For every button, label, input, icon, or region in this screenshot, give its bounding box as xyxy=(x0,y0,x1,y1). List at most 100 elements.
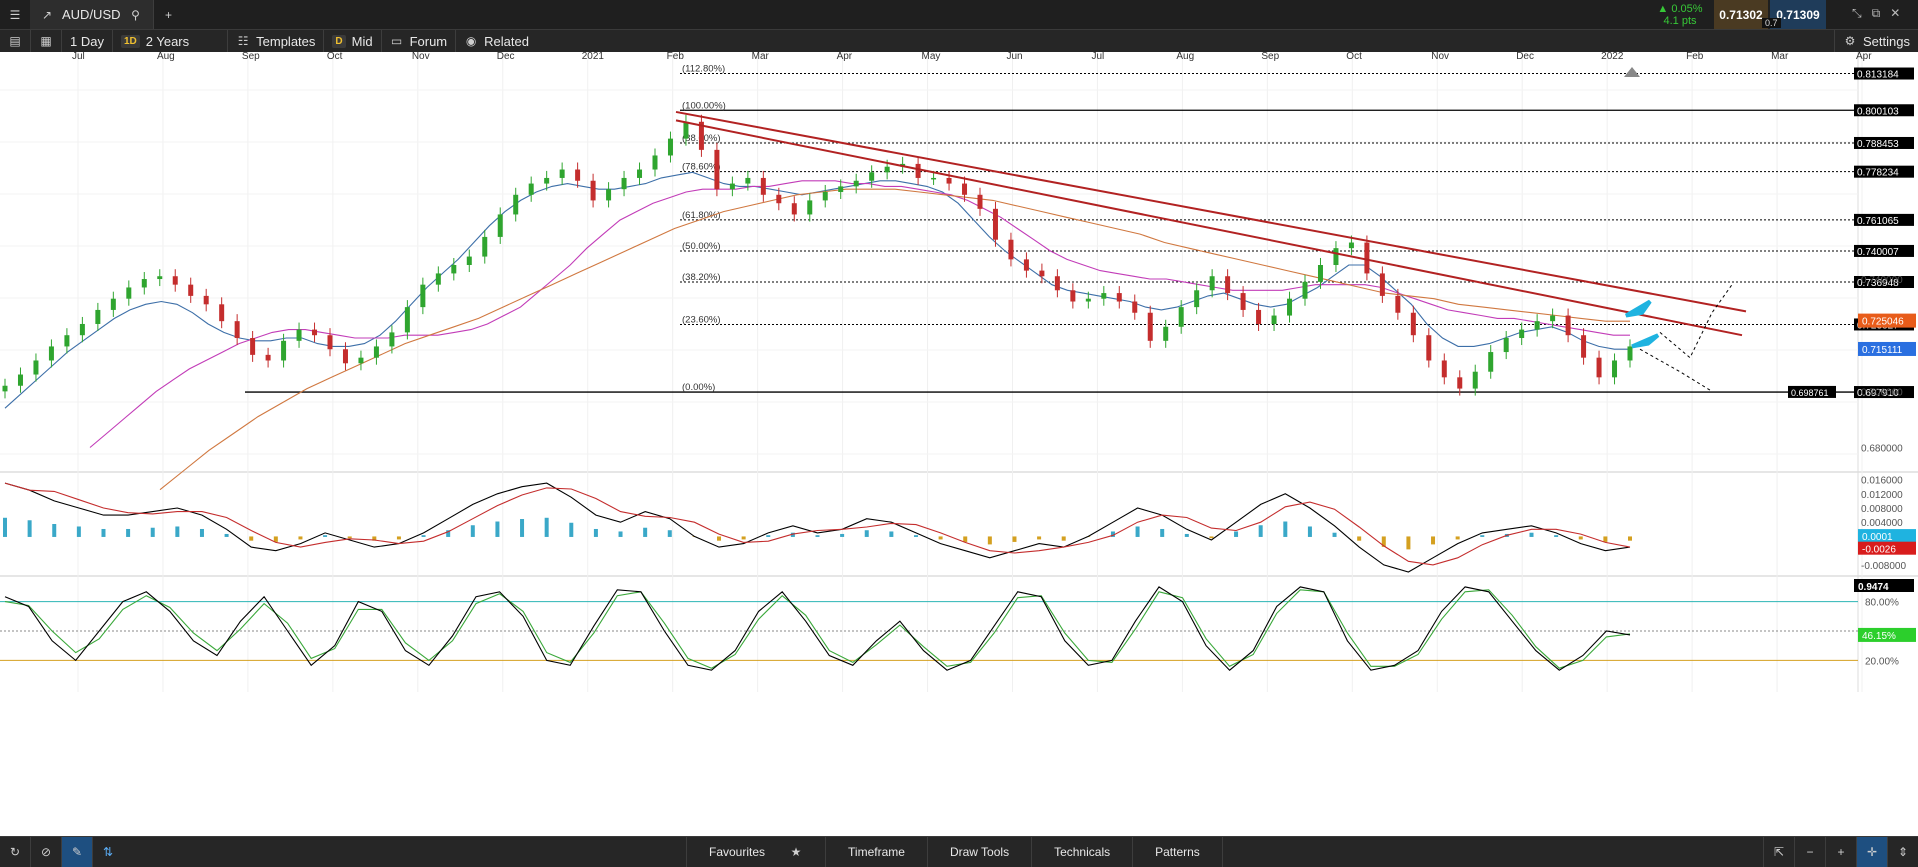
zoom-in-button[interactable]: + xyxy=(1825,837,1856,867)
menu-button[interactable]: ☰ xyxy=(0,0,30,29)
x-tick-label: Jun xyxy=(1006,52,1022,62)
popout-icon[interactable]: ⧉ xyxy=(1872,6,1881,21)
symbol-tab[interactable]: ↗ AUD/USD ⚲ xyxy=(30,0,154,29)
draw-tools-button[interactable]: Draw Tools xyxy=(926,837,1031,867)
macd-signal-line xyxy=(4,482,1631,566)
ma-mid-line xyxy=(89,180,1630,448)
candle-body xyxy=(172,276,178,285)
candle-body xyxy=(1008,239,1014,260)
candle-body xyxy=(281,340,287,361)
close-icon[interactable]: ✕ xyxy=(1890,6,1900,21)
candle-body xyxy=(157,276,163,280)
favourites-button[interactable]: Favourites ★ xyxy=(686,837,825,867)
candle-body xyxy=(250,338,256,355)
candle-body xyxy=(714,149,720,190)
candle-body xyxy=(95,309,101,324)
candle-body xyxy=(637,169,643,178)
range-select[interactable]: 1D 2 Years xyxy=(111,30,197,52)
macd-histogram-bar xyxy=(273,536,278,542)
x-tick-label: Oct xyxy=(327,52,343,62)
ma-slow-tag: 0.725046 xyxy=(1862,317,1904,328)
stochastic-panel: 80.00% 20.00% 0.9474 46.15% xyxy=(0,579,1916,671)
draw-button[interactable]: ✎ xyxy=(61,837,92,867)
macd-histogram-bar xyxy=(1307,526,1312,537)
refresh-icon: ↻ xyxy=(9,845,21,859)
candle-body xyxy=(1039,270,1045,277)
candle-body xyxy=(791,203,797,215)
macd-histogram-bar xyxy=(1431,536,1436,545)
macd-histogram-bar xyxy=(1258,525,1263,537)
macd-tag: -0.0026 xyxy=(1862,545,1896,556)
x-tick-label: 2021 xyxy=(582,52,605,62)
export-icon: ⇱ xyxy=(1773,845,1785,859)
collapse-icon[interactable]: ⤡ xyxy=(1852,6,1862,21)
crosshair-button[interactable]: ✛ xyxy=(1856,837,1887,867)
candle-body xyxy=(2,385,8,392)
patterns-button[interactable]: Patterns xyxy=(1132,837,1223,867)
minus-icon: − xyxy=(1806,845,1814,859)
technicals-button[interactable]: Technicals xyxy=(1031,837,1132,867)
x-tick-label: Aug xyxy=(157,52,175,62)
candle-body xyxy=(590,180,596,201)
candle-body xyxy=(420,284,426,308)
macd-histogram-bar xyxy=(323,535,328,537)
candle-body xyxy=(451,265,457,274)
x-tick-label: Oct xyxy=(1346,52,1362,62)
related-label: Related xyxy=(484,33,529,49)
macd-histogram-bar xyxy=(470,525,475,537)
layout-button[interactable]: ▦ xyxy=(30,30,61,52)
candle-body xyxy=(1132,301,1138,313)
templates-button[interactable]: ☷ Templates xyxy=(227,30,323,52)
price-tag: 0.740007 xyxy=(1857,247,1899,258)
chart-canvas[interactable]: Jul Aug Sep Oct Nov Dec 2021 Feb Mar Apr May Jun Jul… xyxy=(0,52,1918,836)
candle-body xyxy=(358,357,364,364)
candle-body xyxy=(1596,357,1602,378)
price-type-select[interactable]: D Mid xyxy=(323,30,380,52)
add-tab-button[interactable]: + xyxy=(154,0,184,29)
fit-button[interactable]: ⇕ xyxy=(1887,837,1918,867)
timeframe-button[interactable]: Timeframe xyxy=(825,837,927,867)
macd-histogram-bar xyxy=(618,531,623,537)
eye-icon: ◉ xyxy=(465,34,477,48)
zoom-out-button[interactable]: − xyxy=(1794,837,1825,867)
candle-body xyxy=(312,329,318,336)
change-pts: 4.1 pts xyxy=(1663,14,1697,27)
macd-histogram-bar xyxy=(249,536,254,541)
related-button[interactable]: ◉ Related xyxy=(455,30,537,52)
candle-body xyxy=(1023,259,1029,271)
hide-button[interactable]: ⊘ xyxy=(30,837,61,867)
stoch-k-line xyxy=(4,586,1631,671)
candle-body xyxy=(621,177,627,190)
candle-body xyxy=(64,335,70,347)
x-tick-label: May xyxy=(922,52,941,62)
macd-histogram-bar xyxy=(1061,536,1066,541)
interval-badge: 1D xyxy=(120,34,140,48)
chart-toolbar: ▤ ▦ 1 Day 1D 2 Years ☷ Templates D Mid ▭… xyxy=(0,29,1918,52)
macd-panel: 0.0160000.0120000.0080000.0040000.000000… xyxy=(3,476,1916,573)
draw-tools-label: Draw Tools xyxy=(949,845,1010,859)
forum-button[interactable]: ▭ Forum xyxy=(380,30,456,52)
star-icon: ★ xyxy=(790,845,802,859)
x-tick-label: Nov xyxy=(1431,52,1449,62)
x-tick-label: Mar xyxy=(752,52,770,62)
candle-body xyxy=(1534,321,1540,330)
interval-select[interactable]: 1 Day xyxy=(61,30,112,52)
macd-histogram-bar xyxy=(1135,526,1140,537)
plus-icon: + xyxy=(1837,845,1845,859)
ma-fast-line xyxy=(4,171,1630,409)
candle-body xyxy=(1225,276,1231,294)
settings-button[interactable]: ⚙ Settings xyxy=(1834,30,1918,52)
list-view-button[interactable]: ▤ xyxy=(0,30,30,52)
refresh-button[interactable]: ↻ xyxy=(0,837,30,867)
ma-slow-line xyxy=(159,188,1630,491)
candle-body xyxy=(745,177,751,184)
macd-histogram-bar xyxy=(1160,528,1165,537)
macd-histogram-bar xyxy=(1578,536,1583,540)
list-icon: ▤ xyxy=(9,34,21,48)
bid-price-button[interactable]: 0.71302 xyxy=(1714,0,1768,29)
cursor-button[interactable]: ⇅ xyxy=(92,837,123,867)
macd-axis-label: 0.016000 xyxy=(1861,476,1903,487)
search-icon[interactable]: ⚲ xyxy=(129,8,143,22)
export-button[interactable]: ⇱ xyxy=(1763,837,1794,867)
candle-body xyxy=(435,273,441,285)
